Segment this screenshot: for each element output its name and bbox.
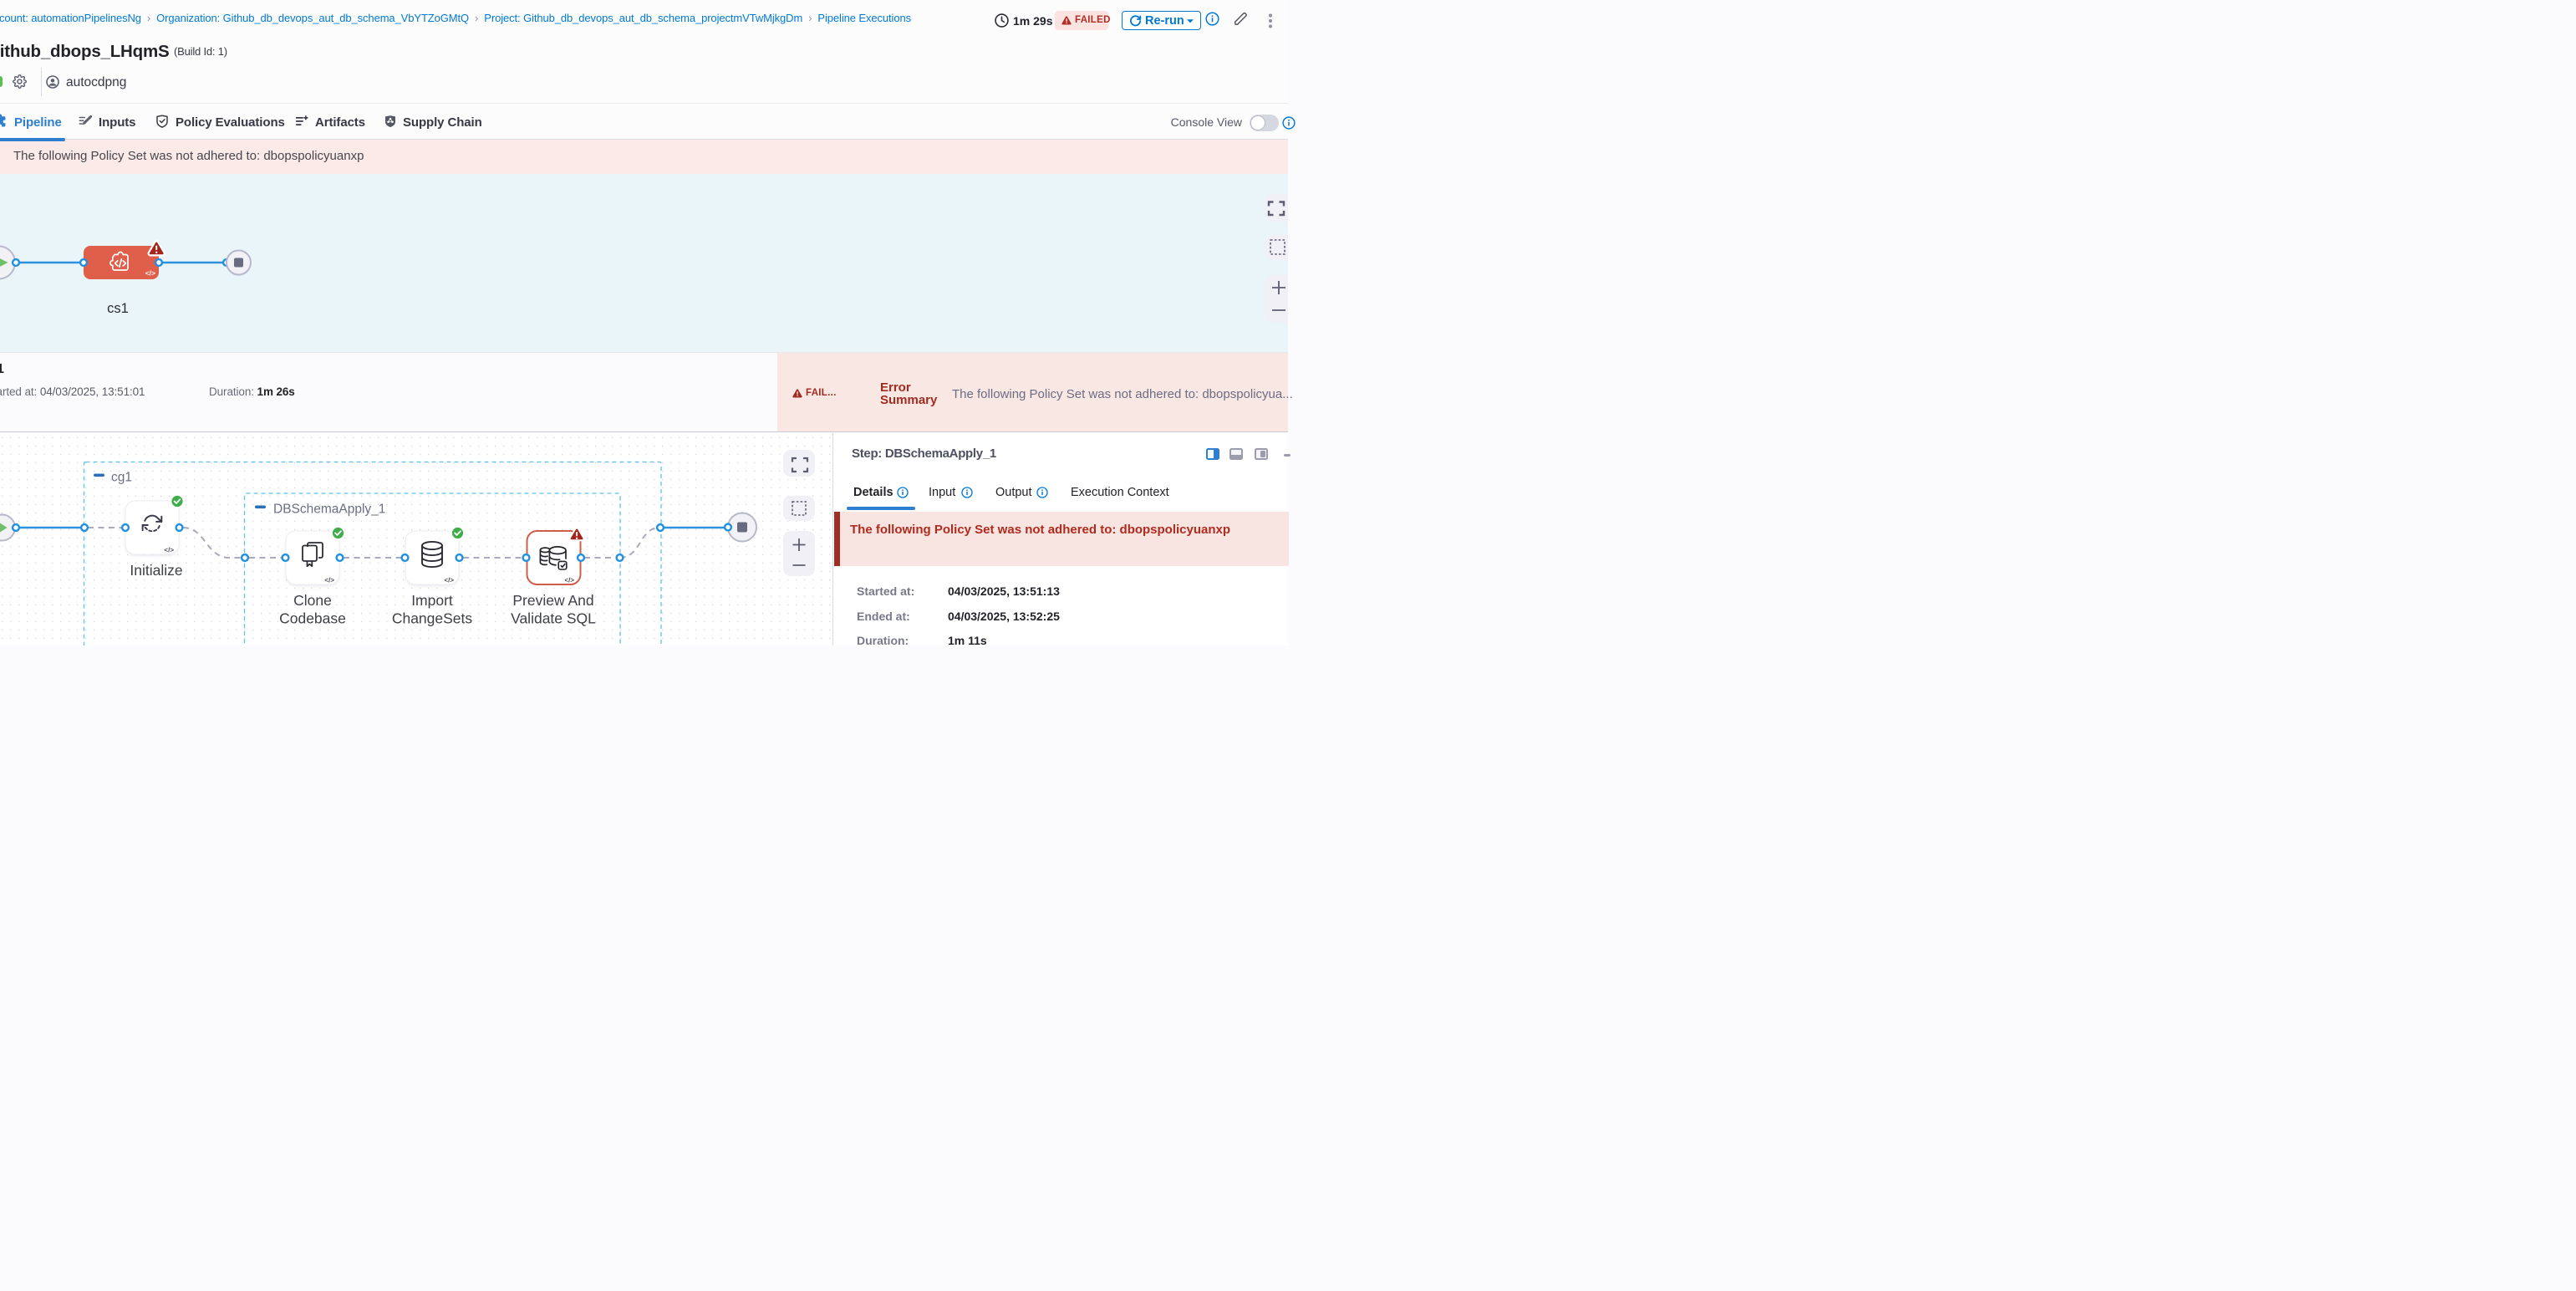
- svg-text:Validate SQL: Validate SQL: [511, 610, 596, 627]
- svg-text:Codebase: Codebase: [279, 610, 346, 627]
- svg-text:ChangeSets: ChangeSets: [392, 610, 473, 627]
- svg-text:</>: </>: [564, 577, 574, 584]
- svg-text:Initialize: Initialize: [130, 562, 182, 579]
- svg-text:</>: </>: [164, 547, 174, 554]
- svg-text:</>: </>: [444, 577, 454, 584]
- svg-text:</>: </>: [324, 577, 334, 584]
- svg-text:Clone: Clone: [293, 592, 332, 609]
- svg-text:Preview And: Preview And: [512, 592, 593, 609]
- svg-text:cs1: cs1: [107, 301, 129, 316]
- svg-text:</>: </>: [145, 269, 155, 278]
- svg-text:cg1: cg1: [111, 471, 132, 485]
- svg-text:DBSchemaApply_1: DBSchemaApply_1: [273, 503, 385, 517]
- svg-text:Import: Import: [411, 592, 453, 609]
